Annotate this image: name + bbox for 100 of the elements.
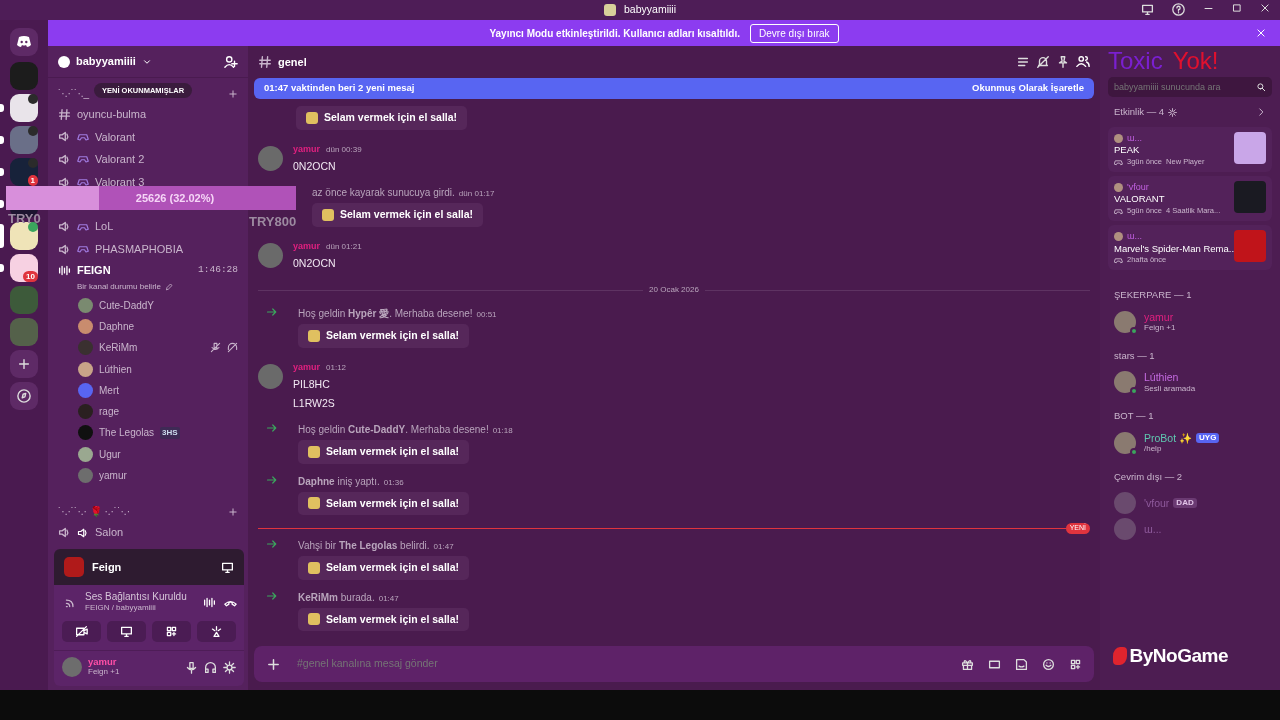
plus-icon	[228, 88, 238, 99]
apps-button[interactable]	[1069, 657, 1082, 671]
search-field[interactable]: babyyamiiii sunucunda ara	[1108, 77, 1272, 97]
mute-button[interactable]	[1036, 55, 1050, 69]
voice-channel[interactable]: Valorant 2	[48, 148, 248, 171]
voice-member[interactable]: Daphne	[48, 315, 248, 338]
inbox-button[interactable]	[1141, 3, 1154, 16]
voice-member[interactable]: Ugur	[48, 443, 248, 465]
gamepad-icon	[1114, 157, 1123, 167]
user-activity: Feign +1	[88, 667, 120, 677]
author-name: yamur	[293, 239, 320, 253]
mention-count: 1	[27, 175, 38, 186]
avatar	[78, 319, 93, 334]
voice-member[interactable]: Cute-DaddY	[48, 294, 248, 316]
wave-button[interactable]: Selam vermek için el salla!	[298, 607, 470, 632]
activities-button[interactable]	[152, 621, 191, 642]
avatar	[78, 297, 93, 313]
voice-member[interactable]: yamur	[48, 464, 248, 487]
share-screen-button[interactable]	[107, 621, 146, 642]
channel-item[interactable]: oyuncu-bulma	[48, 103, 248, 126]
message-composer[interactable]: #genel kanalına mesaj gönder	[254, 646, 1094, 682]
attach-button[interactable]	[266, 656, 281, 672]
pin-button[interactable]	[1056, 55, 1070, 69]
pin-icon	[1056, 55, 1070, 69]
voice-member[interactable]: Lúthien	[48, 358, 248, 380]
avatar	[78, 468, 93, 484]
settings-button[interactable]	[223, 660, 236, 674]
noise-button[interactable]	[202, 595, 216, 609]
member-item[interactable]: Lúthien Sesli aramada	[1108, 369, 1272, 396]
gift-button[interactable]	[961, 657, 974, 671]
camera-off-button[interactable]	[62, 621, 101, 642]
microphone-icon	[185, 660, 198, 674]
voice-member[interactable]: The Legolas 3HS	[48, 422, 248, 444]
help-icon	[1172, 3, 1185, 16]
voice-channel[interactable]: Valorant	[48, 125, 248, 149]
wave-button[interactable]: Selam vermek için el salla!	[298, 439, 470, 464]
wave-button[interactable]: Selam vermek için el salla!	[298, 324, 470, 348]
explore-button[interactable]	[10, 382, 38, 410]
avatar	[1114, 492, 1136, 515]
mark-read-button[interactable]: Okunmuş Olarak İşaretle	[972, 81, 1084, 96]
voice-channel[interactable]: Valorant 3	[48, 170, 248, 194]
sticker-button[interactable]	[1015, 657, 1028, 671]
invite-button[interactable]	[224, 54, 238, 69]
close-button[interactable]	[1256, 28, 1266, 38]
threads-button[interactable]	[1016, 55, 1030, 69]
join-text: az önce kayarak sunucuya girdi.	[312, 186, 455, 200]
headphones-button[interactable]	[204, 660, 217, 674]
voice-channel[interactable]: Salon	[48, 521, 248, 544]
members-button[interactable]	[1076, 55, 1090, 69]
create-channel-button[interactable]	[228, 506, 238, 517]
grid-icon	[1069, 657, 1082, 671]
create-channel-button[interactable]	[228, 88, 238, 99]
arrow-icon	[266, 589, 278, 602]
avatar	[1114, 518, 1136, 541]
maximize-icon	[1232, 3, 1242, 13]
server-name[interactable]: babyyamiiii	[76, 53, 136, 70]
add-user-icon	[224, 54, 238, 69]
message-text: PIL8HC	[293, 377, 331, 393]
help-button[interactable]	[1172, 3, 1185, 16]
member-item[interactable]: ProBot ✨ UYG /help	[1108, 429, 1272, 456]
progress-text: 25626 (32.02%)	[134, 191, 216, 206]
add-server-button[interactable]	[10, 350, 38, 378]
disable-button[interactable]: Devre dışı bırak	[750, 23, 839, 43]
voice-member[interactable]: Mert	[48, 379, 248, 402]
server-icon[interactable]	[10, 94, 38, 122]
server-icon[interactable]: 10	[10, 254, 38, 282]
wave-button[interactable]: Selam vermek için el salla!	[296, 106, 468, 130]
group-header: stars — 1	[1114, 348, 1156, 363]
timestamp: 01:12	[326, 361, 347, 374]
voice-channel[interactable]: FEIGN 1:46:28	[48, 260, 248, 281]
voice-channel[interactable]: PHASMAPHOBIA	[48, 237, 248, 261]
smile-icon	[1042, 657, 1055, 671]
emoji-button[interactable]	[1042, 657, 1055, 671]
mic-button[interactable]	[185, 660, 198, 674]
message-field[interactable]: #genel kanalına mesaj gönder	[295, 655, 947, 673]
avatar	[78, 446, 93, 462]
logo-text: ByNoGame	[1129, 643, 1228, 668]
server-icon[interactable]: 1	[10, 158, 38, 186]
arrow-icon	[266, 306, 278, 318]
wave-button[interactable]: Selam vermek için el salla!	[298, 555, 470, 580]
home-button[interactable]	[10, 28, 38, 56]
server-icon[interactable]	[10, 222, 38, 250]
gift-icon	[961, 657, 974, 671]
voice-channel[interactable]: LoL	[48, 215, 248, 238]
voice-member[interactable]: KeRiMm	[48, 337, 248, 359]
member-tag: UYG	[1196, 433, 1220, 443]
arrow-icon	[266, 421, 278, 434]
voice-member[interactable]: rage	[48, 401, 248, 423]
close-icon	[1256, 28, 1266, 38]
avatar	[258, 145, 283, 171]
avatar	[78, 361, 93, 377]
member-item[interactable]: 'vfour DAD	[1108, 490, 1272, 517]
soundboard-button[interactable]	[197, 621, 236, 642]
sticker-icon	[306, 111, 318, 124]
avatar	[1114, 231, 1123, 241]
wave-button[interactable]: Selam vermek için el salla!	[312, 203, 484, 227]
sticker-icon	[308, 497, 320, 510]
stream-button[interactable]	[221, 560, 234, 574]
member-item[interactable]: yamur Feign +1	[1108, 308, 1272, 335]
wave-button[interactable]: Selam vermek için el salla!	[298, 491, 470, 516]
